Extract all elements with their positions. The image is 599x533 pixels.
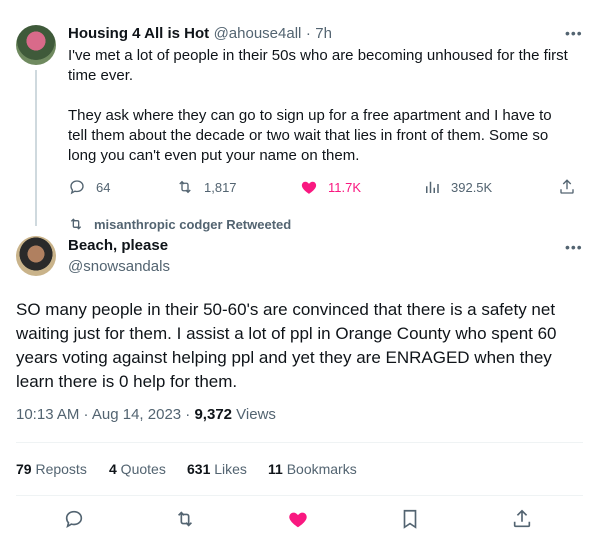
reply-button[interactable]: 64: [68, 178, 110, 196]
reply-icon: [70, 180, 84, 195]
tweet-text: SO many people in their 50-60's are conv…: [16, 300, 557, 391]
reply-icon[interactable]: [63, 508, 85, 530]
retweet-icon: [179, 180, 191, 194]
tweet-paragraph: They ask where they can go to sign up fo…: [68, 107, 552, 164]
display-name[interactable]: Beach, please: [68, 237, 168, 254]
tweet-meta: 10:13 AM · Aug 14, 2023 · 9,372 Views: [16, 406, 276, 423]
separator: ·: [305, 25, 311, 42]
views-icon: [426, 181, 439, 193]
likes-stat[interactable]: 631 Likes: [187, 461, 247, 477]
more-icon[interactable]: •••: [565, 239, 583, 255]
handle[interactable]: @ahouse4all: [214, 25, 302, 42]
retweet-icon: [70, 218, 82, 230]
bookmark-icon[interactable]: [399, 508, 421, 530]
bookmarks-count: 11: [268, 461, 283, 477]
quotes-label: Quotes: [116, 461, 166, 477]
like-button[interactable]: 11.7K: [300, 178, 361, 196]
retweet-icon[interactable]: [174, 508, 196, 530]
divider: [16, 442, 583, 443]
timestamp[interactable]: 7h: [315, 25, 332, 42]
share-icon: [560, 179, 574, 194]
tweet-text: I've met a lot of people in their 50s wh…: [68, 46, 568, 166]
retweet-button[interactable]: 1,817: [176, 178, 237, 196]
reposts-count: 79: [16, 461, 32, 477]
retweet-count: 1,817: [204, 179, 237, 195]
share-button[interactable]: [558, 178, 576, 196]
handle[interactable]: @snowsandals: [68, 257, 170, 277]
heart-icon[interactable]: [287, 508, 309, 530]
quotes-stat[interactable]: 4 Quotes: [109, 461, 166, 477]
display-name[interactable]: Housing 4 All is Hot: [68, 25, 209, 42]
like-count: 11.7K: [328, 179, 362, 195]
views-count: 9,372: [194, 406, 233, 423]
retweet-banner[interactable]: misanthropic codger Retweeted: [68, 216, 291, 232]
thread-line: [35, 70, 37, 226]
bookmarks-stat[interactable]: 11 Bookmarks: [268, 461, 357, 477]
retweet-banner-text: misanthropic codger Retweeted: [94, 216, 292, 232]
views-button[interactable]: 392.5K: [423, 178, 492, 196]
heart-icon: [301, 181, 317, 194]
views-count: 392.5K: [451, 179, 493, 195]
reply-count: 64: [96, 179, 111, 195]
avatar[interactable]: [16, 25, 56, 65]
likes-count: 631: [187, 461, 211, 477]
divider: [16, 495, 583, 496]
reposts-stat[interactable]: 79 Reposts: [16, 461, 87, 477]
bookmarks-label: Bookmarks: [282, 461, 357, 477]
share-icon[interactable]: [511, 508, 533, 530]
tweet-timestamp[interactable]: 10:13 AM · Aug 14, 2023 ·: [16, 406, 194, 423]
tweet-paragraph: I've met a lot of people in their 50s wh…: [68, 47, 568, 84]
avatar[interactable]: [16, 236, 56, 276]
likes-label: Likes: [210, 461, 247, 477]
more-icon[interactable]: •••: [565, 25, 583, 41]
reposts-label: Reposts: [31, 461, 87, 477]
quotes-count: 4: [109, 461, 117, 477]
views-label: Views: [232, 406, 276, 423]
tweet-header: Housing 4 All is Hot @ahouse4all · 7h: [68, 24, 332, 44]
